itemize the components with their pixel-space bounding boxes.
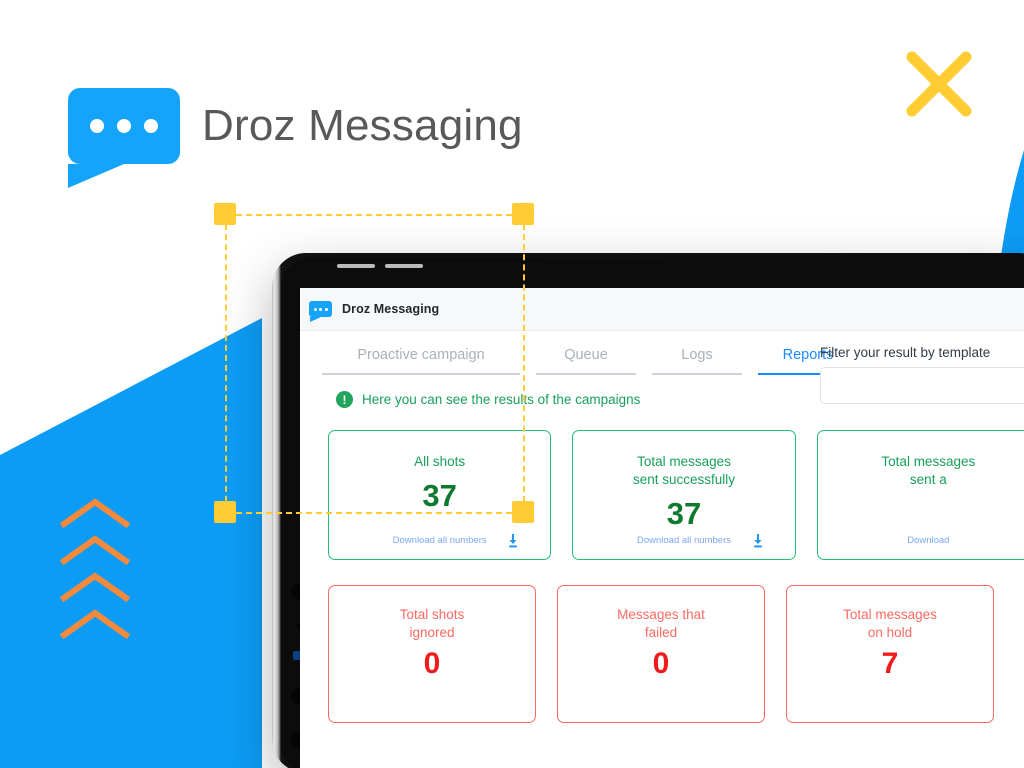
filter-control: Filter your result by template: [820, 345, 1024, 404]
stat-card-messages-failed: Messages that failed 0: [557, 585, 765, 723]
stat-card-messages-on-hold: Total messages on hold 7: [786, 585, 994, 723]
stat-card-value: 0: [652, 647, 670, 680]
logo-dot: [144, 119, 158, 133]
brand-header: Droz Messaging: [68, 88, 523, 188]
close-x-icon[interactable]: [903, 48, 975, 120]
logo-dot: [90, 119, 104, 133]
stat-card-all-shots: All shots 37 Download all numbers: [328, 430, 552, 560]
stat-card-title: Total shots ignored: [399, 607, 465, 640]
stat-card-footer: Download all numbers: [329, 534, 550, 548]
tablet-speaker-grille: [337, 264, 423, 268]
stat-card-title: Total messages sent successfully: [632, 454, 736, 487]
chat-bubble-icon: [68, 88, 180, 188]
download-all-numbers-link[interactable]: Download all numbers: [637, 535, 731, 546]
page-title: Droz Messaging: [202, 101, 523, 150]
green-cards-row: All shots 37 Download all numbers Total …: [328, 430, 1024, 560]
download-all-numbers-link[interactable]: Download all numbers: [393, 535, 487, 546]
logo-dot: [117, 119, 131, 133]
chat-bubble-icon: [309, 301, 332, 322]
red-cards-row: Total shots ignored 0 Messages that fail…: [328, 585, 1024, 723]
stat-card-value: 7: [881, 647, 899, 680]
selection-handle-top-right[interactable]: [512, 203, 534, 225]
stat-card-value: 37: [666, 496, 702, 531]
stat-card-sent-awaiting: Total messages sent a Download: [816, 430, 1024, 560]
download-icon[interactable]: [752, 534, 764, 548]
stat-card-title: Total messages on hold: [843, 607, 937, 640]
slide-canvas: Droz Messaging Droz Messaging Proactive …: [0, 0, 1024, 768]
stat-card-footer: Download all numbers: [573, 534, 794, 548]
tab-queue[interactable]: Queue: [536, 347, 636, 375]
download-all-numbers-link[interactable]: Download: [907, 535, 949, 546]
stat-card-sent-successfully: Total messages sent successfully 37 Down…: [572, 430, 796, 560]
stat-card-title: Total messages sent a: [881, 454, 976, 487]
stat-card-value: 37: [422, 478, 457, 513]
filter-input[interactable]: [820, 367, 1024, 404]
stat-card-shots-ignored: Total shots ignored 0: [328, 585, 536, 723]
stat-card-footer: Download: [818, 535, 1024, 546]
app-titlebar: Droz Messaging: [300, 288, 1024, 331]
filter-label: Filter your result by template: [820, 345, 991, 360]
tab-logs[interactable]: Logs: [652, 347, 742, 375]
stat-card-title: Messages that failed: [617, 607, 705, 640]
selection-guide-left: [225, 214, 227, 512]
info-exclamation-icon: !: [336, 391, 353, 408]
selection-guide-top: [226, 214, 512, 216]
stat-card-value: 0: [423, 647, 441, 680]
chevron-up-icon: [59, 498, 131, 640]
selection-handle-bottom-left[interactable]: [214, 501, 236, 523]
download-icon[interactable]: [507, 534, 519, 548]
stats-section: All shots 37 Download all numbers Total …: [300, 408, 1024, 723]
info-banner-text: Here you can see the results of the camp…: [362, 392, 641, 407]
tab-proactive-campaign[interactable]: Proactive campaign: [322, 347, 520, 375]
app-title: Droz Messaging: [342, 302, 440, 316]
stat-card-title: All shots: [414, 454, 466, 469]
selection-handle-top-left[interactable]: [214, 203, 236, 225]
